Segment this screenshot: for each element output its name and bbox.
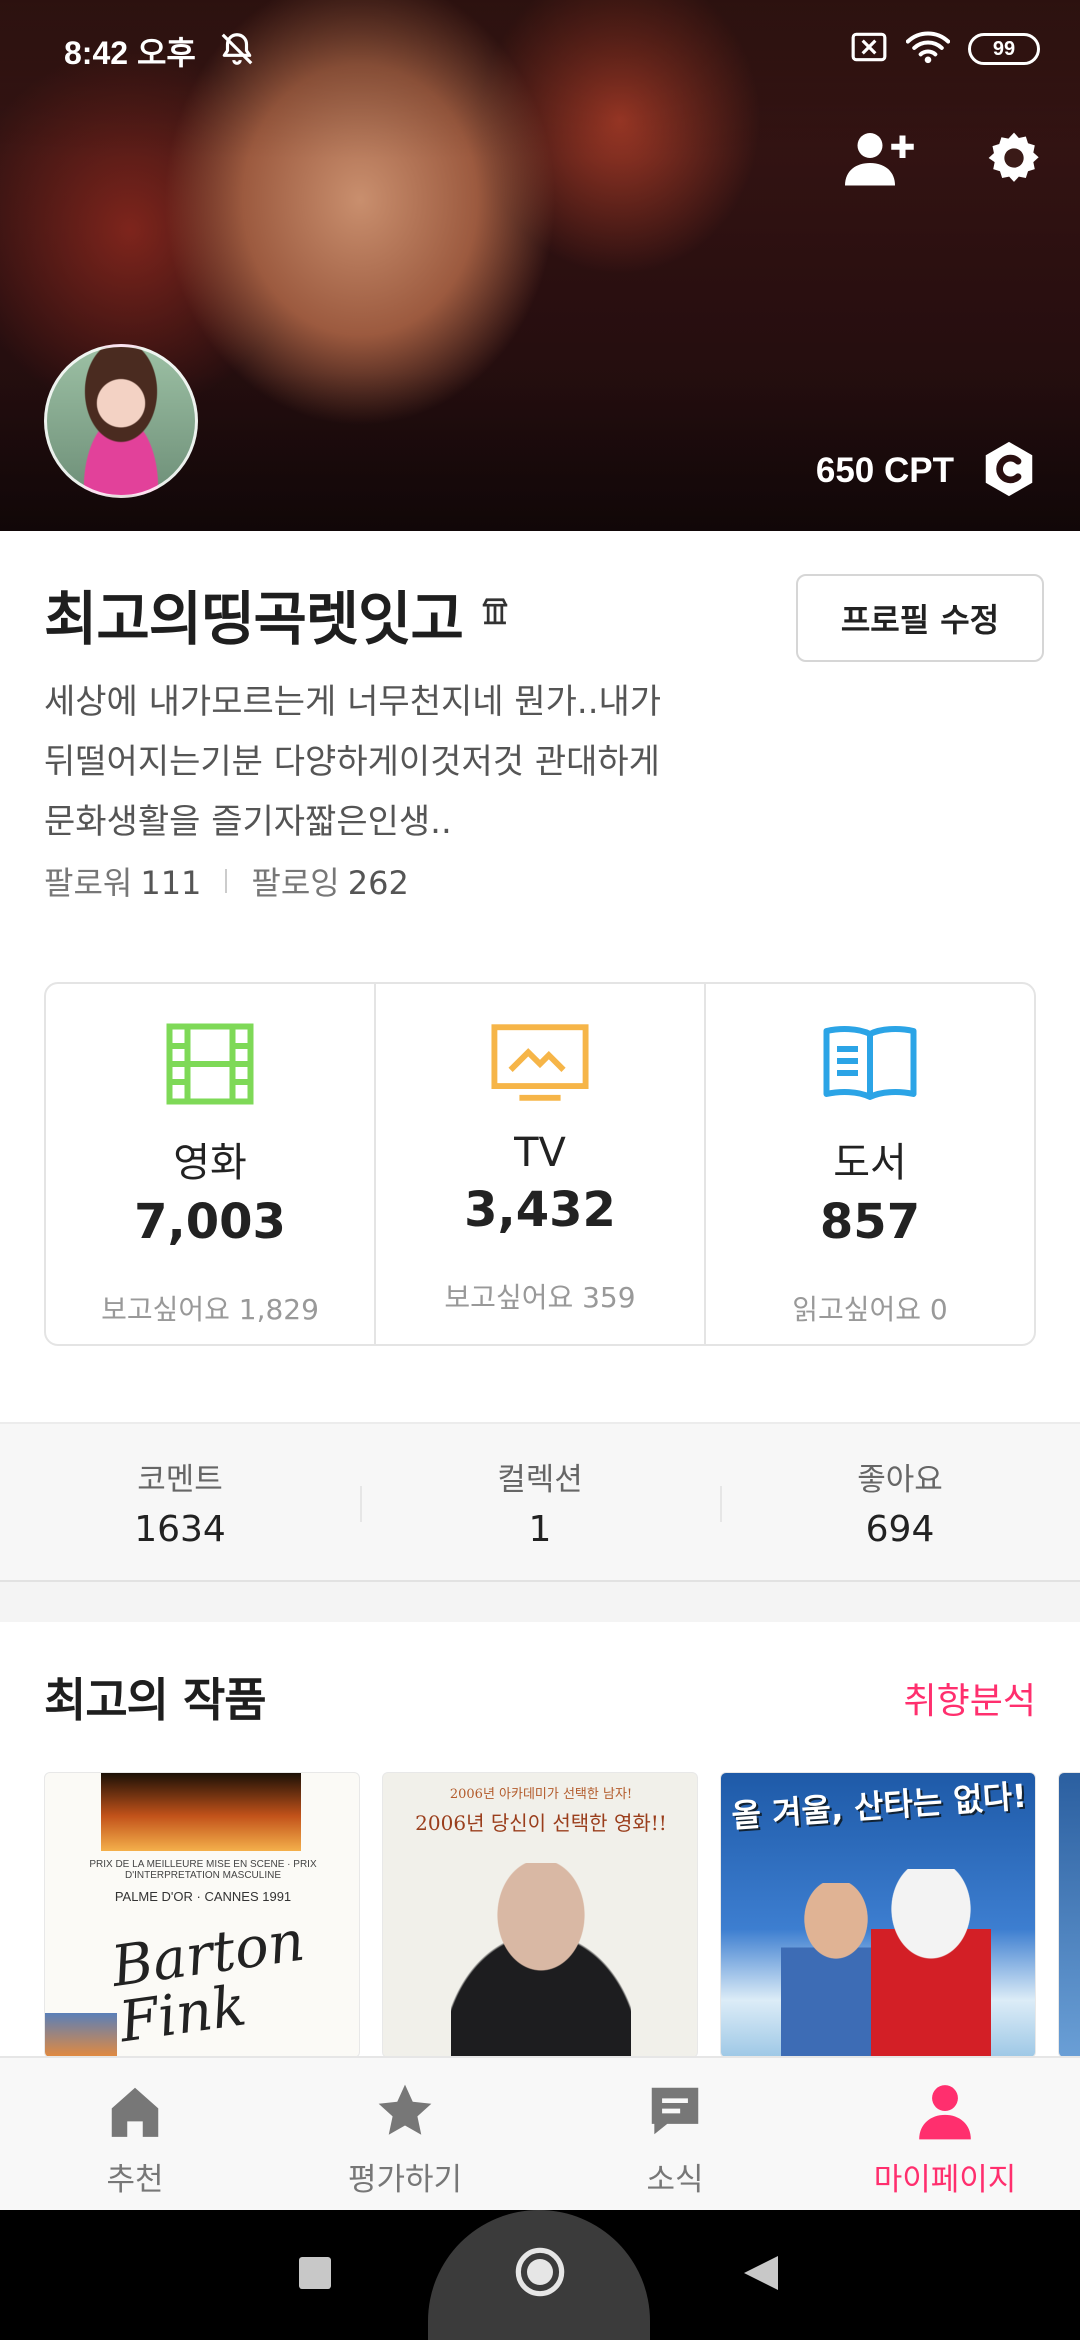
category-count: 3,432	[464, 1182, 616, 1238]
bio-line: 문화생활을 즐기자짧은인생..	[44, 802, 452, 842]
poster-artwork	[871, 1869, 991, 2057]
cpt-hexagon-icon	[978, 438, 1040, 504]
profile-header: 최고의띵곡렛잇고 프로필 수정	[44, 572, 1044, 662]
section-divider	[0, 1582, 1080, 1622]
chat-icon	[644, 2080, 706, 2146]
stat-value: 694	[865, 1509, 935, 1550]
wifi-icon	[905, 30, 951, 68]
poster-small-text: PRIX DE LA MEILLEURE MISE EN SCENE · PRI…	[89, 1859, 317, 1881]
category-tv[interactable]: TV 3,432 보고싶어요 359	[374, 984, 704, 1344]
home-button[interactable]	[508, 2242, 572, 2306]
home-icon	[104, 2080, 166, 2146]
profile-avatar[interactable]	[44, 344, 198, 498]
gear-icon	[985, 129, 1043, 191]
following-link[interactable]: 팔로잉 262	[251, 858, 408, 904]
nav-my-page[interactable]: 마이페이지	[810, 2058, 1080, 2210]
taste-analysis-link[interactable]: 취향분석	[904, 1672, 1036, 1724]
system-navigation-bar	[0, 2210, 1080, 2340]
add-friend-button[interactable]	[844, 124, 916, 196]
star-icon	[374, 2080, 436, 2146]
stat-likes[interactable]: 좋아요 694	[720, 1424, 1080, 1580]
poster-award-text: PALME D'OR · CANNES 1991	[114, 1889, 292, 1904]
following-label: 팔로잉	[251, 864, 340, 902]
poster-capote[interactable]: 2006년 아카데미가 선택한 남자! 2006년 당신이 선택한 영화!!	[382, 1772, 698, 2058]
follow-counts: 팔로워 111 팔로잉 262	[44, 858, 409, 904]
poster-tagline: 2006년 아카데미가 선택한 남자!	[449, 1787, 633, 1802]
stat-value: 1634	[134, 1509, 226, 1550]
badge-icon	[478, 597, 512, 631]
bottom-navigation: 추천 평가하기 소식 마이페이지	[0, 2056, 1080, 2210]
film-icon	[165, 1022, 255, 1106]
category-wishlist-count: 보고싶어요 1,829	[101, 1293, 319, 1326]
bio-line: 뒤떨어지는기분 다양하게이것저것 관대하게	[44, 742, 660, 782]
followers-count: 111	[140, 864, 202, 902]
nav-label: 마이페이지	[873, 2162, 1017, 2198]
category-book[interactable]: 도서 857 읽고싶어요 0	[704, 984, 1034, 1344]
stat-label: 컬렉션	[497, 1462, 583, 1498]
poster-artwork	[101, 1773, 301, 1851]
follow-divider	[225, 869, 228, 893]
circle-home-icon	[514, 2246, 566, 2302]
nav-rate[interactable]: 평가하기	[270, 2058, 540, 2210]
poster-santa-movie[interactable]: 올 겨울, 산타는 없다!	[720, 1772, 1036, 2058]
profile-bio: 세상에 내가모르는게 너무천지네 뭔가..내가 뒤떨어지는기분 다양하게이것저것…	[44, 672, 764, 852]
category-movie[interactable]: 영화 7,003 보고싶어요 1,829	[46, 984, 374, 1344]
content-category-cards: 영화 7,003 보고싶어요 1,829 TV 3,432 보고싶어요 359 …	[44, 982, 1036, 1346]
nav-label: 평가하기	[347, 2162, 463, 2198]
category-label: TV	[514, 1130, 566, 1176]
person-icon	[914, 2080, 976, 2146]
edit-profile-button[interactable]: 프로필 수정	[796, 574, 1044, 662]
best-works-carousel[interactable]: PRIX DE LA MEILLEURE MISE EN SCENE · PRI…	[44, 1772, 1080, 2058]
category-label: 영화	[173, 1140, 247, 1186]
nav-label: 추천	[106, 2162, 164, 2198]
nav-home[interactable]: 추천	[0, 2058, 270, 2210]
poster-headline: 올 겨울, 산타는 없다!	[730, 1776, 1028, 1836]
best-works-title: 최고의 작품	[44, 1673, 267, 1727]
poster-partial[interactable]	[1058, 1772, 1080, 2058]
category-label: 도서	[833, 1140, 907, 1186]
poster-title-art: Barton Fink	[107, 1908, 309, 2056]
stat-label: 코멘트	[137, 1462, 223, 1498]
stat-collections[interactable]: 컬렉션 1	[360, 1424, 720, 1580]
settings-button[interactable]	[978, 124, 1050, 196]
activity-stats: 코멘트 1634 컬렉션 1 좋아요 694	[0, 1422, 1080, 1582]
nav-label: 소식	[646, 2162, 704, 2198]
no-sim-icon	[850, 31, 888, 67]
back-button[interactable]	[736, 2250, 786, 2300]
followers-label: 팔로워	[44, 864, 133, 902]
stat-value: 1	[528, 1509, 552, 1550]
status-time: 8:42 오후	[64, 35, 196, 71]
tv-icon	[490, 1022, 590, 1106]
cpt-points[interactable]: 650 CPT	[816, 438, 1040, 504]
status-bar: 8:42 오후 99	[0, 0, 1080, 100]
poster-barton-fink[interactable]: PRIX DE LA MEILLEURE MISE EN SCENE · PRI…	[44, 1772, 360, 2058]
category-count: 857	[819, 1194, 921, 1250]
followers-link[interactable]: 팔로워 111	[44, 858, 201, 904]
stat-comments[interactable]: 코멘트 1634	[0, 1424, 360, 1580]
bell-off-icon	[218, 30, 256, 72]
poster-artwork	[45, 2013, 117, 2057]
poster-headline: 2006년 당신이 선택한 영화!!	[415, 1811, 667, 1835]
recents-button[interactable]	[290, 2250, 340, 2300]
poster-artwork	[451, 1863, 631, 2057]
category-count: 7,003	[134, 1194, 286, 1250]
category-wishlist-count: 읽고싶어요 0	[792, 1293, 948, 1326]
back-triangle-icon	[744, 2255, 778, 2295]
following-count: 262	[347, 864, 409, 902]
profile-name: 최고의띵곡렛잇고	[44, 585, 464, 653]
person-add-icon	[845, 128, 915, 192]
bio-line: 세상에 내가모르는게 너무천지네 뭔가..내가	[44, 682, 662, 722]
cpt-value: 650 CPT	[815, 451, 954, 490]
book-icon	[822, 1022, 918, 1106]
square-icon	[299, 2257, 331, 2293]
nav-news[interactable]: 소식	[540, 2058, 810, 2210]
category-wishlist-count: 보고싶어요 359	[444, 1281, 636, 1314]
battery-indicator: 99	[968, 33, 1040, 65]
stat-label: 좋아요	[857, 1462, 943, 1498]
